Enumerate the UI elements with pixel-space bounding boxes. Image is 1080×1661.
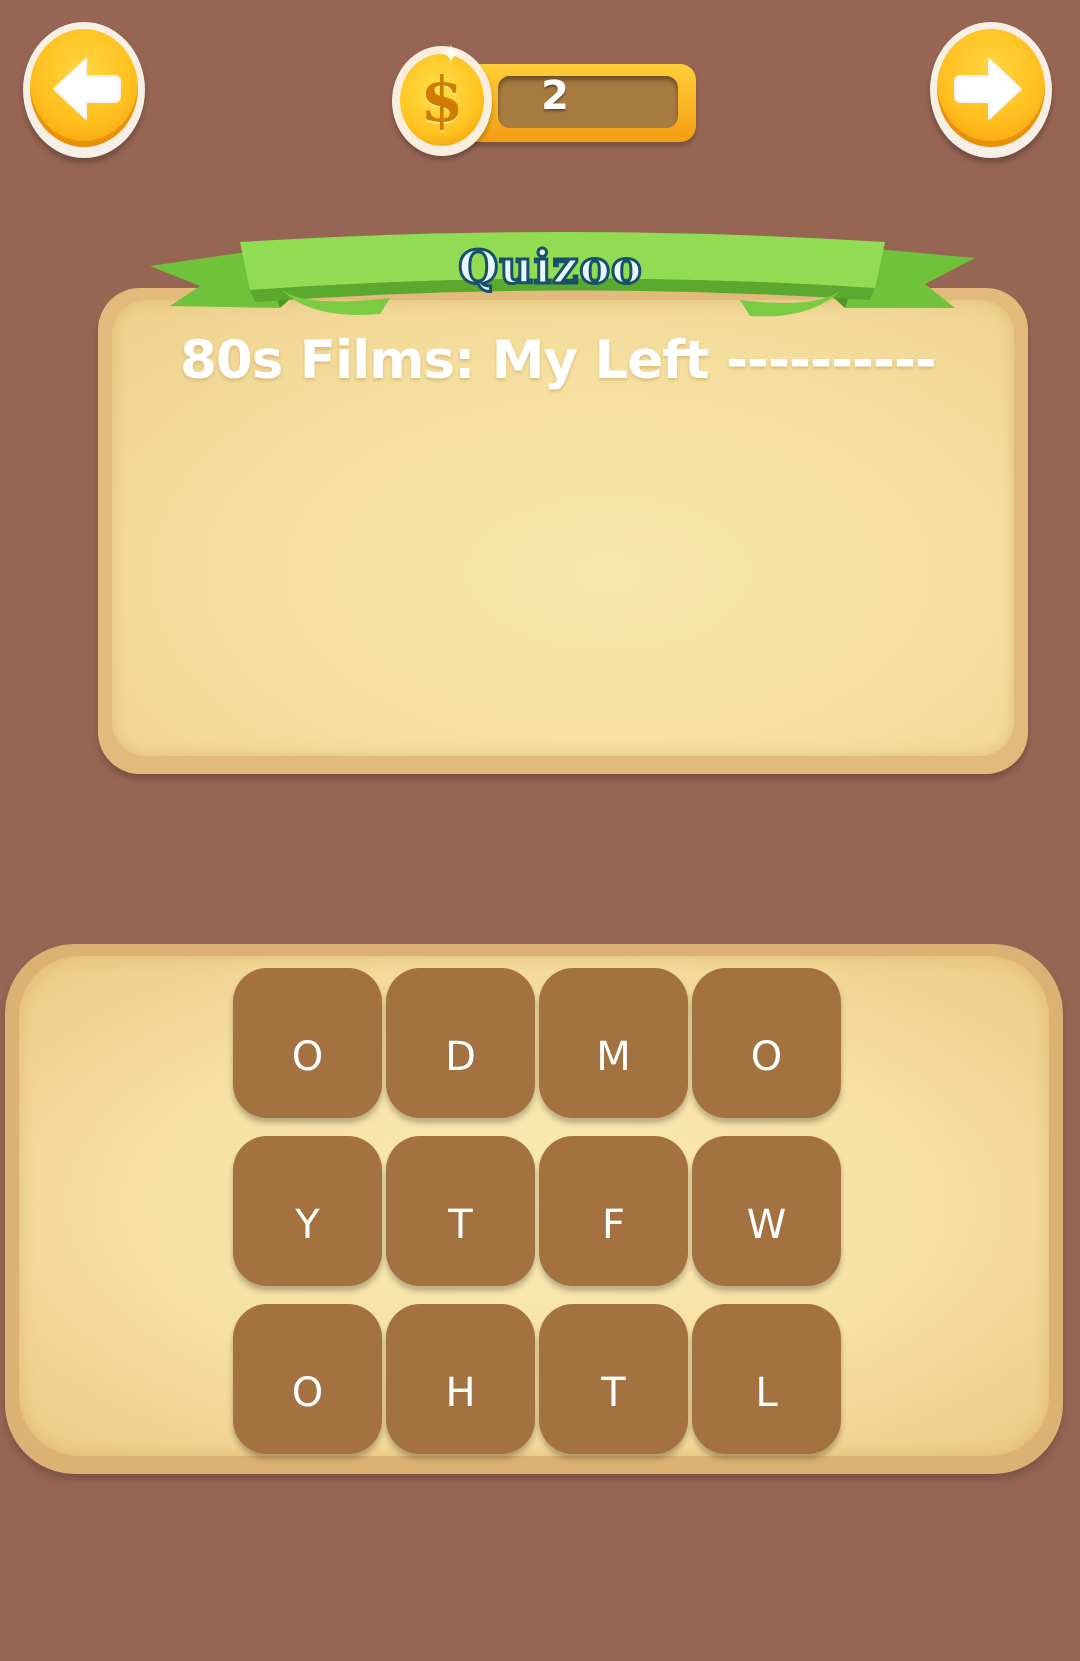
back-button[interactable] — [23, 22, 145, 158]
letter-tile[interactable]: M — [539, 968, 688, 1118]
letter-grid: O D M O Y T F W O H T L — [233, 968, 849, 1454]
letter-tile[interactable]: W — [692, 1136, 841, 1286]
arrow-right-icon — [954, 58, 1022, 120]
letter-tile[interactable]: T — [539, 1304, 688, 1454]
letter-tile[interactable]: H — [386, 1304, 535, 1454]
sparkle-icon: ✦ — [440, 40, 462, 70]
letter-tile[interactable]: O — [233, 968, 382, 1118]
letter-tile[interactable]: F — [539, 1136, 688, 1286]
next-button[interactable] — [930, 22, 1052, 158]
letter-tile[interactable]: D — [386, 968, 535, 1118]
letter-tile[interactable]: Y — [233, 1136, 382, 1286]
arrow-left-icon — [53, 58, 121, 120]
letter-tile[interactable]: L — [692, 1304, 841, 1454]
brand-title: Quizoo — [457, 239, 643, 296]
letter-tile[interactable]: O — [233, 1304, 382, 1454]
letter-tile[interactable]: O — [692, 968, 841, 1118]
question-text: 80s Films: My Left ---------- — [180, 330, 937, 391]
coin-count: 2 — [541, 73, 569, 119]
letter-tile[interactable]: T — [386, 1136, 535, 1286]
